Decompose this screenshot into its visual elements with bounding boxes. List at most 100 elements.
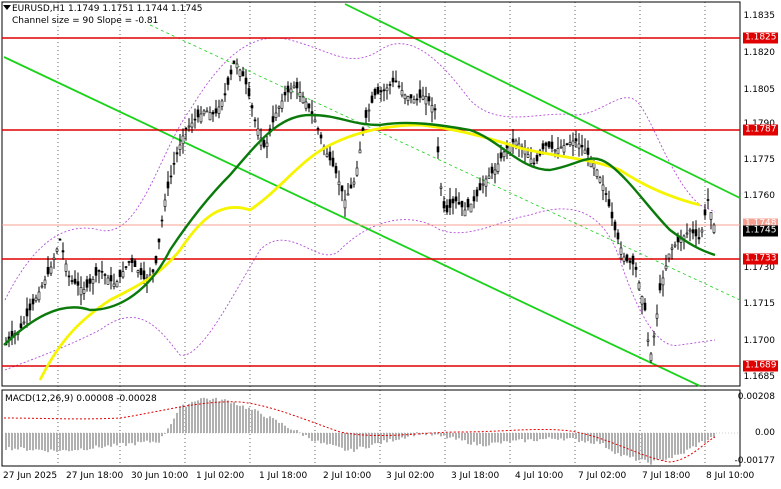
candle-body: [250, 105, 254, 109]
candle-body: [643, 302, 647, 311]
candle-body: [208, 112, 212, 121]
candle-body: [70, 280, 74, 282]
candle-body: [499, 152, 503, 159]
candle-body: [619, 247, 623, 255]
candle-body: [337, 181, 341, 186]
candle-body: [574, 138, 578, 142]
candle-body: [283, 92, 287, 96]
candle-body: [79, 287, 83, 296]
candle-body: [472, 196, 476, 202]
time-axis-label: 1 Jul 02:00: [196, 471, 245, 481]
price-chart[interactable]: [0, 0, 781, 489]
candle-body: [292, 85, 296, 89]
candle-body: [373, 89, 377, 96]
candle-body: [526, 154, 530, 158]
macd-axis-label: -0.00177: [734, 456, 775, 466]
candle-body: [316, 128, 320, 130]
candle-body: [496, 163, 500, 172]
candle-body: [691, 229, 695, 234]
candle-body: [613, 221, 617, 231]
candle-body: [448, 199, 452, 208]
candle-body: [712, 224, 716, 233]
candle-body: [640, 296, 644, 305]
candle-body: [385, 87, 389, 92]
candle-body: [97, 270, 101, 272]
candle-body: [340, 185, 344, 192]
candle-body: [334, 166, 338, 174]
candle-body: [325, 153, 329, 157]
candle-body: [478, 183, 482, 191]
candle-body: [436, 146, 440, 153]
candle-body: [367, 109, 371, 112]
candle-body: [220, 100, 224, 107]
candle-body: [364, 110, 368, 118]
candle-body: [592, 163, 596, 169]
candle-body: [298, 92, 302, 97]
price-axis-label: 1.1835: [743, 11, 776, 21]
price-axis-label: 1.1820: [743, 48, 776, 58]
candle-body: [28, 303, 32, 311]
candle-body: [139, 268, 143, 275]
candle-body: [598, 177, 602, 183]
candle-body: [502, 151, 506, 158]
candle-body: [88, 278, 92, 284]
candle-body: [121, 271, 125, 278]
candle-body: [94, 267, 98, 276]
candle-body: [406, 96, 410, 101]
candle-body: [379, 90, 383, 93]
candle-body: [454, 196, 458, 202]
macd-axis-label: 0.00208: [737, 392, 775, 402]
candle-body: [529, 158, 533, 164]
candle-body: [313, 119, 317, 123]
candle-body: [124, 266, 128, 268]
candle-body: [511, 138, 515, 143]
candle-body: [22, 321, 26, 324]
chart-menu-arrow-icon[interactable]: [3, 5, 11, 10]
time-axis-label: 4 Jul 10:00: [515, 471, 564, 481]
candle-body: [85, 279, 89, 288]
candle-body: [475, 189, 479, 197]
candle-body: [289, 88, 293, 94]
candle-body: [187, 125, 191, 128]
candle-body: [307, 103, 311, 109]
candle-body: [319, 134, 323, 139]
candle-body: [694, 229, 698, 237]
candle-body: [595, 169, 599, 178]
candle-body: [112, 283, 116, 287]
candle-body: [658, 283, 662, 291]
candle-body: [49, 266, 53, 274]
candle-body: [514, 140, 518, 146]
candle-body: [697, 237, 701, 240]
candle-body: [466, 198, 470, 208]
candle-body: [670, 247, 674, 250]
candle-body: [586, 147, 590, 155]
candle-body: [463, 209, 467, 217]
price-axis-label: 1.1775: [743, 155, 776, 165]
candle-body: [550, 141, 554, 149]
candle-body: [274, 112, 278, 118]
candle-body: [265, 142, 269, 147]
level-tag-1825: 1.1825: [743, 32, 778, 44]
candle-body: [562, 145, 566, 153]
candle-body: [604, 193, 608, 195]
candle-body: [277, 106, 281, 109]
candle-body: [685, 232, 689, 235]
candle-body: [127, 261, 131, 263]
candle-body: [355, 167, 359, 176]
candle-body: [130, 258, 134, 263]
candle-body: [61, 250, 65, 253]
candle-body: [541, 143, 545, 150]
candle-body: [544, 142, 548, 146]
time-axis-label: 8 Jul 10:00: [706, 471, 755, 481]
candle-body: [202, 110, 206, 115]
candle-body: [412, 99, 416, 104]
candle-body: [43, 279, 47, 285]
candle-body: [37, 291, 41, 301]
candle-body: [652, 335, 656, 338]
current-price-tag: 1.1745: [743, 225, 778, 237]
candle-body: [31, 298, 35, 305]
candle-body: [262, 140, 266, 148]
candle-body: [211, 111, 215, 115]
candle-body: [418, 89, 422, 98]
candle-body: [106, 277, 110, 285]
